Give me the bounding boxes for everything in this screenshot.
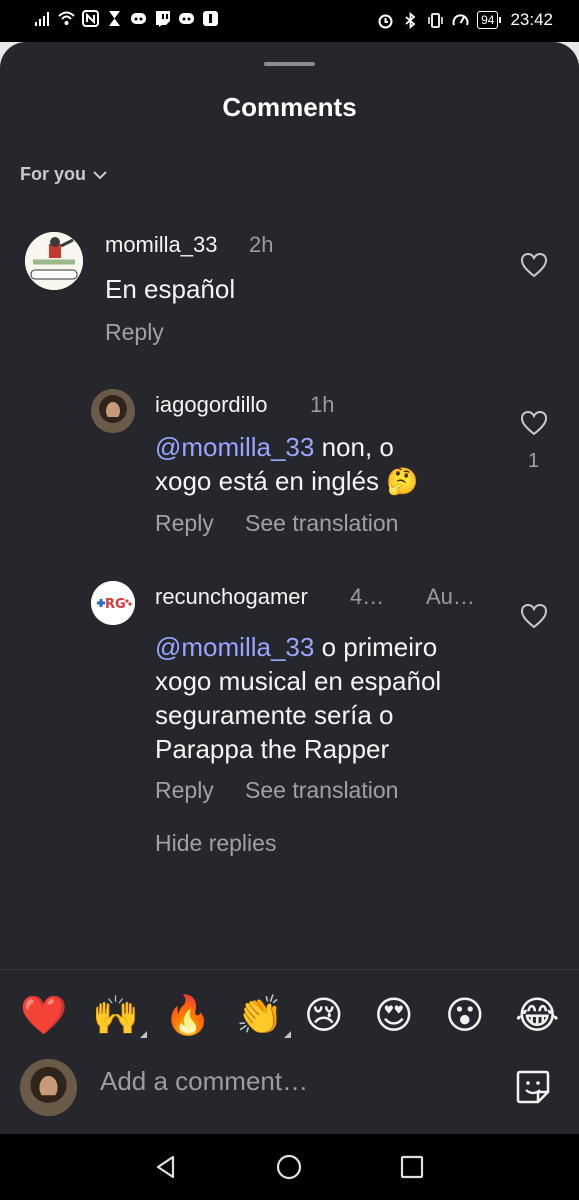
alarm-icon	[378, 14, 393, 28]
avatar[interactable]	[25, 232, 83, 290]
reply-username[interactable]: recunchogamer	[155, 584, 308, 610]
comment-time: 2h	[249, 232, 274, 257]
chevron-down-icon	[93, 170, 107, 179]
emoji-reaction-bar: ❤️ 🙌 🔥 👏 😢 😍 😮 😂	[0, 982, 579, 1052]
home-icon[interactable]	[276, 1154, 302, 1180]
comments-sheet: Comments For you momilla_33 2h En españo…	[0, 42, 579, 1134]
recent-apps-icon[interactable]	[399, 1154, 425, 1180]
emoji-laughing-button[interactable]: 😂	[515, 992, 559, 1040]
status-left-icons	[34, 10, 219, 27]
emoji-raised-hands-button[interactable]: 🙌	[92, 992, 148, 1040]
reply-text-line: seguramente sería o	[155, 700, 394, 730]
reply-text-line: Parappa the Rapper	[155, 734, 390, 764]
user-avatar-cartoon-icon	[25, 232, 83, 290]
emoji-heart-button[interactable]: ❤️	[20, 992, 67, 1040]
discord-icon	[131, 13, 146, 24]
vibrate-icon	[428, 12, 443, 28]
current-user-avatar-icon	[20, 1059, 77, 1116]
wifi-icon	[58, 11, 75, 25]
system-navigation-bar	[0, 1134, 579, 1200]
sticker-icon[interactable]	[514, 1068, 552, 1106]
nfc-icon	[82, 10, 99, 27]
emoji-crying-button[interactable]: 😢	[304, 992, 344, 1040]
hourglass-icon	[109, 11, 120, 26]
notification-icon	[203, 11, 218, 26]
hide-replies-button[interactable]: Hide replies	[155, 830, 276, 857]
avatar[interactable]: RG	[91, 581, 135, 625]
reply-text: @momilla_33 non, o xogo está en inglés 🤔	[155, 430, 495, 498]
skin-tone-indicator	[140, 1031, 148, 1038]
like-count: 1	[528, 450, 540, 472]
reply-text-line: xogo musical en español	[155, 666, 442, 696]
reply-button[interactable]: Reply	[105, 319, 164, 346]
speedometer-icon	[452, 13, 469, 25]
bluetooth-icon	[405, 11, 416, 29]
comment-username[interactable]: momilla_33	[105, 232, 218, 258]
battery-indicator: 94	[477, 11, 502, 29]
emoji-clap: 👏	[236, 995, 284, 1037]
reply-button[interactable]: Reply	[155, 510, 214, 537]
sort-filter-dropdown[interactable]: For you	[20, 164, 108, 185]
reply-username[interactable]: iagogordillo	[155, 392, 268, 418]
reply-text-line: o primeiro	[314, 632, 438, 662]
comment-text: En español	[105, 274, 236, 304]
emoji-surprised-button[interactable]: 😮	[445, 992, 485, 1040]
status-time: 23:42	[510, 10, 553, 29]
thinking-emoji: 🤔	[386, 466, 419, 496]
reply-text: @momilla_33 o primeiro xogo musical en e…	[155, 630, 505, 766]
avatar[interactable]	[91, 389, 135, 433]
mention-link[interactable]: @momilla_33	[155, 432, 314, 462]
reply-time: 4…	[350, 584, 385, 609]
recunchogamer-logo-icon: RG	[91, 581, 135, 625]
back-icon[interactable]	[153, 1154, 179, 1180]
signal-icon	[35, 12, 49, 26]
reply-button[interactable]: Reply	[155, 777, 214, 804]
heart-icon[interactable]	[520, 252, 548, 278]
status-right-icons: 94 23:42	[377, 10, 553, 30]
reply-time: 1h	[310, 392, 335, 417]
divider	[0, 969, 579, 970]
heart-icon[interactable]	[520, 603, 548, 629]
reply-meta-truncated: Au…	[426, 584, 475, 609]
reply-text-line: xogo está en inglés	[155, 466, 387, 496]
skin-tone-indicator	[284, 1031, 292, 1038]
sheet-title: Comments	[222, 92, 357, 122]
emoji-heart-eyes-button[interactable]: 😍	[374, 992, 414, 1040]
see-translation-button[interactable]: See translation	[245, 510, 398, 537]
emoji-raised-hands: 🙌	[92, 995, 140, 1037]
svg-text:RG: RG	[105, 597, 126, 612]
sheet-drag-handle[interactable]	[264, 62, 315, 66]
filter-label: For you	[20, 164, 86, 184]
see-translation-button[interactable]: See translation	[245, 777, 398, 804]
twitch-icon	[156, 11, 170, 27]
heart-icon[interactable]	[520, 410, 548, 436]
emoji-clap-button[interactable]: 👏	[236, 992, 292, 1040]
mention-link[interactable]: @momilla_33	[155, 632, 314, 662]
avatar	[20, 1059, 77, 1116]
reply-text-line: non, o	[314, 432, 394, 462]
comment-input[interactable]: Add a comment…	[100, 1066, 308, 1097]
user-avatar-photo-icon	[91, 389, 135, 433]
emoji-fire-button[interactable]: 🔥	[164, 992, 211, 1040]
discord-icon	[179, 13, 194, 24]
status-bar: 94 23:42	[0, 0, 579, 42]
